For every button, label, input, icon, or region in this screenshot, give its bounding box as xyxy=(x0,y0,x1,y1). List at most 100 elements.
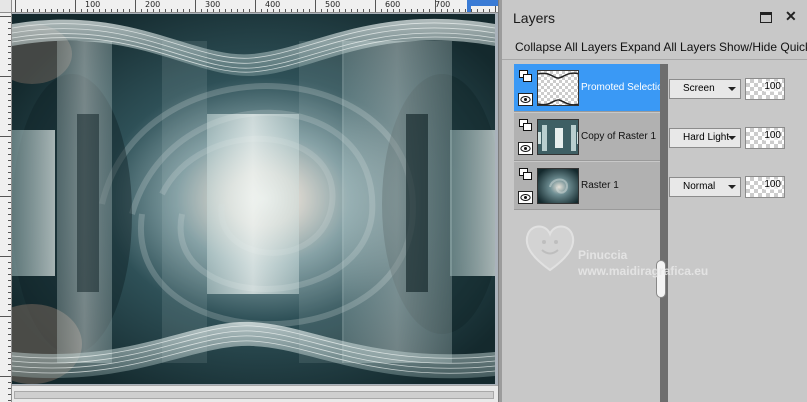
ruler-tick xyxy=(165,9,166,12)
ruler-tick xyxy=(81,9,82,12)
ruler-tick xyxy=(303,9,304,12)
horizontal-scrollbar[interactable] xyxy=(12,385,498,402)
ruler-tick xyxy=(363,9,364,12)
ruler-tick xyxy=(399,9,400,12)
ruler-tick xyxy=(183,9,184,12)
window-edge-strip xyxy=(468,0,498,6)
ruler-tick xyxy=(297,9,298,12)
layer-row-icons xyxy=(517,69,533,107)
ruler-corner xyxy=(0,0,12,13)
layer-name: Promoted Selection xyxy=(581,82,669,93)
chevron-down-icon xyxy=(728,87,736,91)
artwork-svg xyxy=(12,14,495,384)
close-icon[interactable]: ✕ xyxy=(785,8,797,24)
ruler-tick xyxy=(189,9,190,12)
watermark: Pinuccia www.maidiragrafica.eu xyxy=(520,218,750,288)
eye-icon[interactable] xyxy=(518,93,533,106)
blend-mode-select[interactable]: Hard Light xyxy=(669,128,741,148)
ruler-tick xyxy=(141,9,142,12)
window-icon[interactable] xyxy=(760,12,772,23)
ruler-label-500: 500 xyxy=(325,0,341,9)
eye-icon[interactable] xyxy=(518,191,533,204)
layer-row-copy-of-raster-1[interactable]: Copy of Raster 1 xyxy=(514,113,660,161)
ruler-tick xyxy=(351,9,352,12)
ruler-tick xyxy=(255,0,256,12)
ruler-tick xyxy=(477,9,478,12)
canvas-image[interactable] xyxy=(12,14,495,384)
ruler-left xyxy=(0,13,12,402)
ruler-tick xyxy=(45,9,46,12)
ruler-tick xyxy=(411,9,412,12)
ruler-tick xyxy=(441,9,442,12)
ruler-label-400: 400 xyxy=(265,0,281,9)
ruler-tick xyxy=(381,9,382,12)
ruler-tick xyxy=(237,9,238,12)
ruler-tick xyxy=(327,9,328,12)
blend-mode-select[interactable]: Normal xyxy=(669,177,741,197)
ruler-tick xyxy=(261,9,262,12)
canvas-area: 100 200 300 400 500 600 700 xyxy=(0,0,498,402)
ruler-tick xyxy=(0,376,11,377)
ruler-tick xyxy=(177,9,178,12)
ruler-label-600: 600 xyxy=(385,0,401,9)
panel-title: Layers xyxy=(513,10,556,26)
blend-mode-value: Screen xyxy=(683,83,715,94)
opacity-value: 100 xyxy=(764,130,781,141)
show-hide-quick-button[interactable]: Show/Hide Quick xyxy=(719,40,807,54)
ruler-tick xyxy=(15,0,16,12)
opacity-field[interactable]: 100 xyxy=(745,127,785,149)
layer-row-icons xyxy=(517,167,533,205)
ruler-tick xyxy=(393,9,394,12)
ruler-tick xyxy=(171,9,172,12)
ruler-tick xyxy=(387,9,388,12)
ruler-label-700: 700 xyxy=(435,0,451,9)
ruler-tick xyxy=(369,9,370,12)
layers-panel: Layers ✕ Collapse All Layers Expand All … xyxy=(502,0,807,402)
layer-group-icon[interactable] xyxy=(519,70,532,82)
ruler-label-200: 200 xyxy=(145,0,161,9)
ruler-tick xyxy=(417,9,418,12)
ruler-tick xyxy=(321,9,322,12)
ruler-tick xyxy=(291,9,292,12)
opacity-field[interactable]: 100 xyxy=(745,78,785,100)
layer-thumbnail xyxy=(537,168,579,204)
heart-icon xyxy=(525,225,575,272)
ruler-tick xyxy=(405,9,406,12)
layer-thumbnail xyxy=(537,70,579,106)
ruler-tick xyxy=(99,9,100,12)
opacity-value: 100 xyxy=(764,81,781,92)
expand-all-layers-button[interactable]: Expand All Layers xyxy=(620,40,716,54)
horizontal-scroll-thumb[interactable] xyxy=(14,391,494,399)
ruler-tick xyxy=(0,76,11,77)
layer-row-raster-1[interactable]: Raster 1 xyxy=(514,162,660,210)
ruler-tick xyxy=(219,9,220,12)
watermark-site: www.maidiragrafica.eu xyxy=(578,264,709,278)
ruler-tick xyxy=(117,9,118,12)
eye-icon[interactable] xyxy=(518,142,533,155)
layer-row-promoted-selection[interactable]: Promoted Selection xyxy=(514,64,668,112)
ruler-tick xyxy=(0,196,11,197)
ruler-tick xyxy=(279,9,280,12)
ruler-tick xyxy=(57,9,58,12)
chevron-down-icon xyxy=(728,185,736,189)
collapse-all-layers-button[interactable]: Collapse All Layers xyxy=(515,40,617,54)
ruler-tick xyxy=(315,0,316,12)
ruler-tick xyxy=(21,9,22,12)
layer-group-icon[interactable] xyxy=(519,119,532,131)
ruler-tick xyxy=(105,9,106,12)
blend-mode-select[interactable]: Screen xyxy=(669,79,741,99)
ruler-tick xyxy=(243,9,244,12)
opacity-field[interactable]: 100 xyxy=(745,176,785,198)
ruler-tick xyxy=(375,0,376,12)
ruler-tick xyxy=(213,9,214,12)
ruler-tick xyxy=(33,9,34,12)
ruler-tick xyxy=(309,9,310,12)
ruler-tick xyxy=(345,9,346,12)
ruler-tick xyxy=(201,9,202,12)
opacity-value: 100 xyxy=(764,179,781,190)
ruler-tick xyxy=(339,9,340,12)
ruler-tick xyxy=(231,9,232,12)
ruler-top: 100 200 300 400 500 600 700 xyxy=(12,0,498,13)
ruler-tick xyxy=(123,9,124,12)
layer-group-icon[interactable] xyxy=(519,168,532,180)
